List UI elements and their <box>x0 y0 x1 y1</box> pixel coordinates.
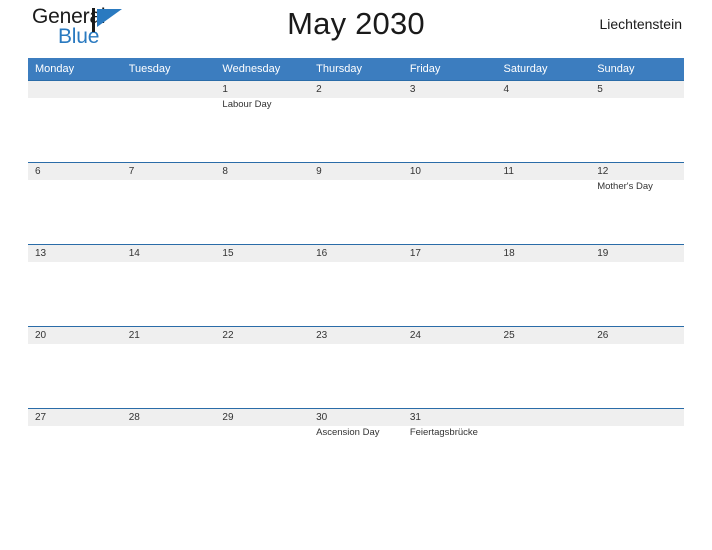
weekday-header-friday: Friday <box>402 58 497 81</box>
day-event-label: Feiertagsbrücke <box>409 427 478 438</box>
day-number: 18 <box>503 248 515 259</box>
calendar-day-cell[interactable]: 8 <box>215 162 310 245</box>
calendar-empty-cell <box>121 80 216 163</box>
calendar-day-cell[interactable]: 25 <box>496 326 591 409</box>
day-number: 30 <box>316 412 328 423</box>
calendar-empty-cell <box>590 408 684 490</box>
calendar-day-cell[interactable]: 6 <box>28 162 122 245</box>
day-number: 17 <box>409 248 421 259</box>
calendar-day-cell[interactable]: 29 <box>215 408 310 490</box>
day-number: 1 <box>222 84 228 95</box>
calendar-day-cell[interactable]: 5 <box>590 80 684 163</box>
calendar-week-row: 6 7 8 9 10 11 12 Mother's Day <box>28 162 684 245</box>
calendar-empty-cell <box>28 80 122 163</box>
page-header: General Blue May 2030 Liechtenstein <box>28 0 684 58</box>
calendar-day-cell[interactable]: 9 <box>309 162 403 245</box>
day-number: 3 <box>409 84 416 95</box>
calendar-day-cell[interactable]: 4 <box>496 80 591 163</box>
calendar-day-cell[interactable]: 19 <box>590 244 684 327</box>
calendar-day-cell[interactable]: 23 <box>309 326 403 409</box>
day-number: 16 <box>316 248 328 259</box>
day-number: 4 <box>503 84 510 95</box>
weekday-header-wednesday: Wednesday <box>215 58 310 81</box>
calendar-day-cell[interactable]: 16 <box>309 244 403 327</box>
calendar-week-row: 13 14 15 16 17 18 19 <box>28 244 684 327</box>
calendar-page: General Blue May 2030 Liechtenstein Mond… <box>0 0 712 550</box>
calendar-day-cell[interactable]: 18 <box>496 244 591 327</box>
weekday-header-tuesday: Tuesday <box>121 58 216 81</box>
day-number: 14 <box>128 248 140 259</box>
day-number: 11 <box>503 166 514 177</box>
day-number: 10 <box>409 166 421 177</box>
calendar-day-cell[interactable]: 15 <box>215 244 310 327</box>
day-number: 25 <box>503 330 515 341</box>
day-number: 8 <box>222 166 228 177</box>
day-number <box>28 81 122 95</box>
calendar-day-cell[interactable]: 10 <box>402 162 497 245</box>
day-number: 12 <box>597 166 609 177</box>
calendar-day-cell[interactable]: 31 Feiertagsbrücke <box>402 408 497 490</box>
calendar-day-cell[interactable]: 7 <box>121 162 216 245</box>
day-number <box>122 81 216 95</box>
day-number: 26 <box>597 330 609 341</box>
day-number: 23 <box>316 330 328 341</box>
day-number: 22 <box>222 330 234 341</box>
calendar-day-cell[interactable]: 11 <box>496 162 591 245</box>
calendar-day-cell[interactable]: 2 <box>309 80 403 163</box>
day-number: 2 <box>316 84 322 95</box>
calendar-week-row: 20 21 22 23 24 25 26 <box>28 326 684 409</box>
weekday-header-saturday: Saturday <box>496 58 591 81</box>
month-calendar: Monday Tuesday Wednesday Thursday Friday… <box>28 58 684 490</box>
calendar-day-cell[interactable]: 12 Mother's Day <box>590 162 684 245</box>
weekday-header-thursday: Thursday <box>309 58 403 81</box>
day-number: 31 <box>409 412 421 423</box>
day-number: 29 <box>222 412 234 423</box>
day-number: 19 <box>597 248 609 259</box>
calendar-empty-cell <box>496 408 591 490</box>
calendar-day-cell[interactable]: 1 Labour Day <box>215 80 310 163</box>
calendar-day-cell[interactable]: 20 <box>28 326 122 409</box>
day-number: 13 <box>35 248 47 259</box>
day-number: 5 <box>597 84 603 95</box>
calendar-day-cell[interactable]: 27 <box>28 408 122 490</box>
calendar-week-row: 27 28 29 30 Ascension Day 31 Feiertagsbrücke <box>28 408 684 490</box>
calendar-day-cell[interactable]: 17 <box>402 244 497 327</box>
region-label: Liechtenstein <box>599 16 682 32</box>
calendar-day-cell[interactable]: 3 <box>402 80 497 163</box>
day-number: 7 <box>128 166 135 177</box>
calendar-day-cell[interactable]: 26 <box>590 326 684 409</box>
day-number: 27 <box>35 412 47 423</box>
day-event-label: Labour Day <box>222 99 272 110</box>
calendar-day-cell[interactable]: 13 <box>28 244 122 327</box>
page-title: May 2030 <box>287 6 425 41</box>
day-number: 24 <box>409 330 421 341</box>
day-number: 28 <box>128 412 140 423</box>
day-number: 20 <box>35 330 47 341</box>
day-number: 6 <box>35 166 41 177</box>
day-number: 15 <box>222 248 234 259</box>
weekday-header-monday: Monday <box>28 58 122 81</box>
calendar-week-row: 1 Labour Day 2 3 4 5 <box>28 80 684 163</box>
calendar-day-cell[interactable]: 24 <box>402 326 497 409</box>
calendar-day-cell[interactable]: 22 <box>215 326 310 409</box>
calendar-day-cell[interactable]: 28 <box>121 408 216 490</box>
weekday-header-row: Monday Tuesday Wednesday Thursday Friday… <box>28 58 684 81</box>
day-event-label: Mother's Day <box>597 181 653 192</box>
calendar-body: 1 Labour Day 2 3 4 5 6 7 8 9 10 11 12 Mother's Day 13 1… <box>28 80 684 490</box>
calendar-day-cell[interactable]: 21 <box>121 326 216 409</box>
day-event-label: Ascension Day <box>316 427 380 438</box>
calendar-day-cell[interactable]: 30 Ascension Day <box>309 408 403 490</box>
day-number <box>590 409 684 423</box>
day-number <box>497 409 591 423</box>
day-number: 9 <box>316 166 322 177</box>
day-number: 21 <box>128 330 140 341</box>
calendar-day-cell[interactable]: 14 <box>121 244 216 327</box>
weekday-header-sunday: Sunday <box>590 58 684 81</box>
